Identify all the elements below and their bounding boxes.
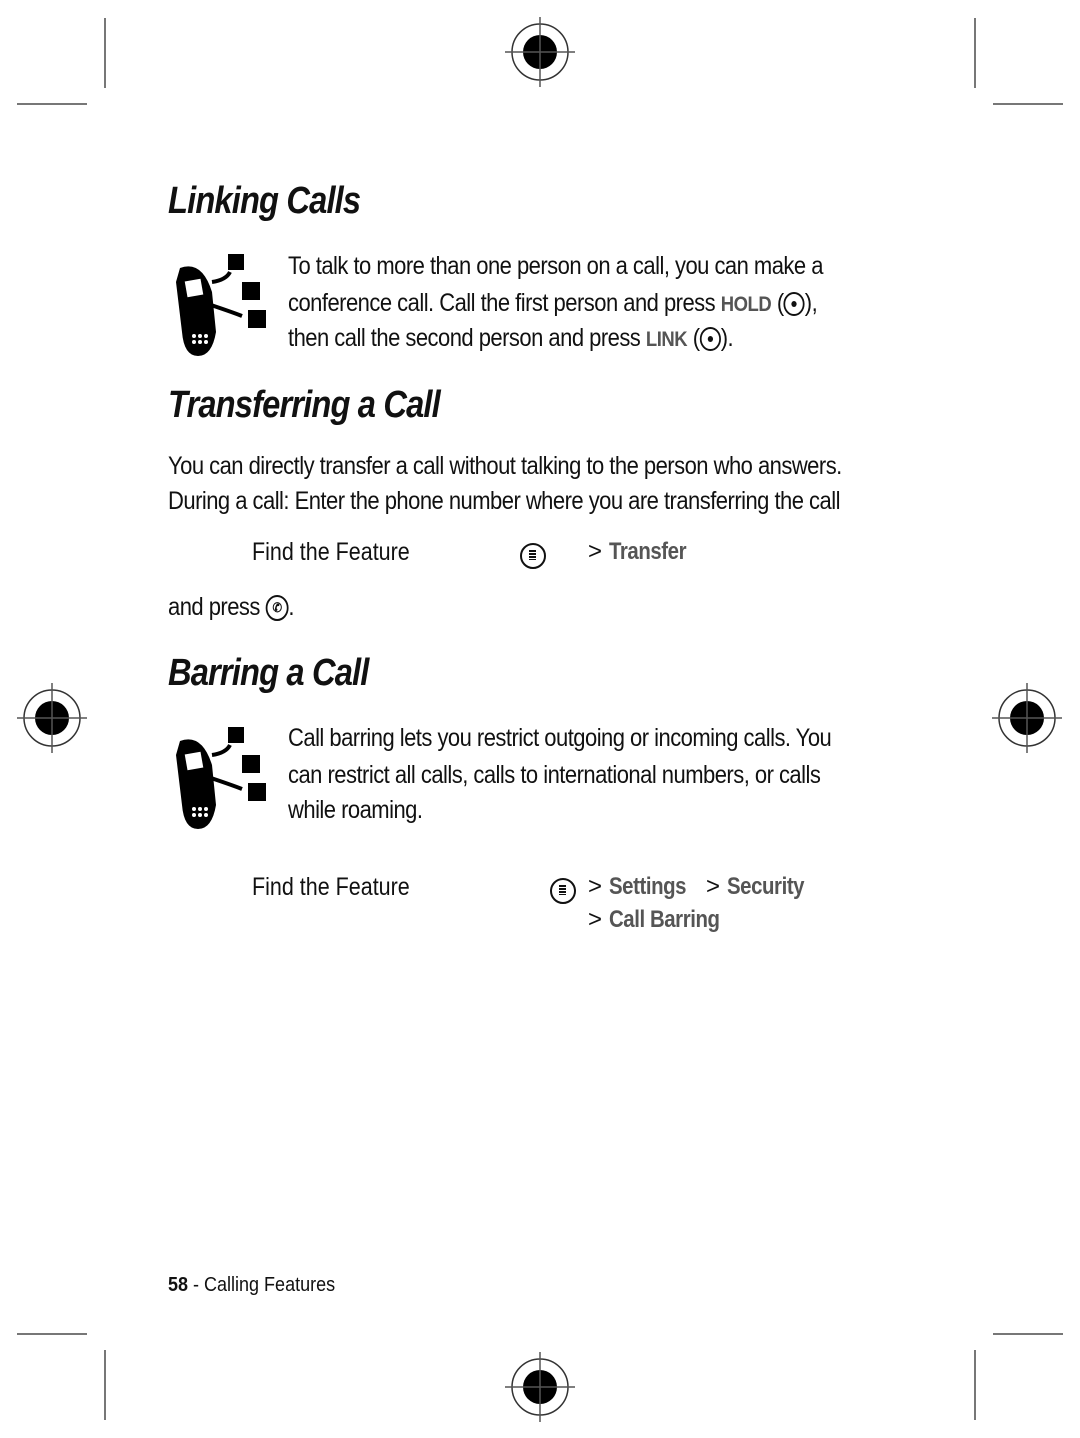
paragraph-line: can restrict all calls, calls to interna… bbox=[288, 761, 821, 789]
menu-key-icon bbox=[520, 543, 546, 569]
paragraph-line: You can directly transfer a call without… bbox=[168, 452, 842, 480]
crop-mark bbox=[974, 18, 976, 88]
paragraph-line: then call the second person and press LI… bbox=[288, 324, 734, 352]
phone-feature-icon bbox=[176, 254, 266, 356]
find-the-feature-label: Find the Feature bbox=[252, 538, 410, 566]
crop-mark bbox=[974, 1350, 976, 1420]
crop-mark bbox=[104, 18, 106, 88]
crop-mark bbox=[993, 103, 1063, 105]
paragraph-line: Call barring lets you restrict outgoing … bbox=[288, 724, 832, 752]
menu-path: > Call Barring bbox=[588, 906, 720, 933]
menu-path: > Transfer bbox=[588, 538, 687, 565]
paragraph-text: and press bbox=[168, 593, 260, 621]
section-title-transferring: Transferring a Call bbox=[168, 384, 441, 426]
page-footer: 58 - Calling Features bbox=[168, 1274, 336, 1296]
crop-mark bbox=[17, 1333, 87, 1335]
footer-section: Calling Features bbox=[204, 1274, 336, 1296]
menu-path: > Settings > Security bbox=[588, 873, 805, 900]
menu-item-transfer: Transfer bbox=[608, 538, 687, 565]
registration-mark-icon bbox=[505, 1352, 575, 1422]
center-key-icon bbox=[699, 327, 721, 352]
page-number: 58 bbox=[168, 1274, 189, 1296]
paragraph-line: while roaming. bbox=[288, 796, 423, 824]
find-the-feature-label: Find the Feature bbox=[252, 873, 410, 901]
section-title-linking-calls: Linking Calls bbox=[168, 180, 361, 222]
registration-mark-icon bbox=[17, 683, 87, 753]
key-hold: HOLD bbox=[720, 293, 772, 316]
paragraph-text: then call the second person and press bbox=[288, 324, 646, 352]
registration-mark-icon bbox=[505, 17, 575, 87]
crop-mark bbox=[17, 103, 87, 105]
center-key-icon bbox=[783, 292, 805, 317]
menu-item-security: Security bbox=[726, 873, 805, 900]
paragraph-line: During a call: Enter the phone number wh… bbox=[168, 487, 840, 515]
key-link: LINK bbox=[645, 328, 688, 351]
section-title-barring: Barring a Call bbox=[168, 652, 369, 694]
paragraph-line: and press ✆. bbox=[168, 593, 294, 622]
registration-mark-icon bbox=[992, 683, 1062, 753]
phone-feature-icon bbox=[176, 727, 266, 829]
crop-mark bbox=[993, 1333, 1063, 1335]
send-key-icon: ✆ bbox=[265, 595, 289, 622]
crop-mark bbox=[104, 1350, 106, 1420]
paragraph-line: conference call. Call the first person a… bbox=[288, 289, 818, 317]
menu-item-settings: Settings bbox=[608, 873, 687, 900]
menu-key-icon bbox=[550, 878, 577, 904]
paragraph-line: To talk to more than one person on a cal… bbox=[288, 252, 823, 280]
paragraph-text: conference call. Call the first person a… bbox=[288, 289, 721, 317]
menu-item-call-barring: Call Barring bbox=[608, 906, 720, 933]
